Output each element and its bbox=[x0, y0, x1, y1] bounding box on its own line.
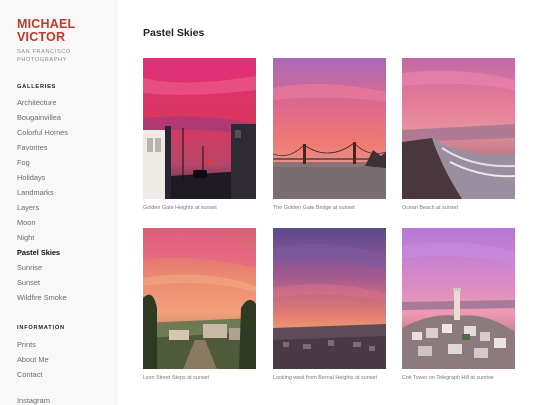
sidebar-item-bougainvillea[interactable]: Bougainvillea bbox=[17, 110, 68, 125]
photo-coit-tower[interactable] bbox=[402, 228, 515, 369]
sidebar-item-landmarks[interactable]: Landmarks bbox=[17, 185, 68, 200]
site-logo-title[interactable]: MICHAEL VICTOR bbox=[17, 18, 75, 43]
photo-card[interactable]: Ocean Beach at sunset bbox=[402, 58, 515, 213]
sidebar-item-fog[interactable]: Fog bbox=[17, 155, 68, 170]
information-nav: Prints About Me Contact bbox=[17, 337, 49, 382]
sidebar-item-wildfire-smoke[interactable]: Wildfire Smoke bbox=[17, 290, 68, 305]
information-heading: INFORMATION bbox=[17, 325, 65, 331]
photo-caption: Coit Tower on Telegraph Hill at sunrise bbox=[402, 375, 494, 381]
photo-golden-gate-heights[interactable] bbox=[143, 58, 256, 199]
sidebar-item-pastel-skies[interactable]: Pastel Skies bbox=[17, 245, 68, 260]
sidebar-item-favorites[interactable]: Favorites bbox=[17, 140, 68, 155]
sidebar-item-night[interactable]: Night bbox=[17, 230, 68, 245]
sidebar-item-about-me[interactable]: About Me bbox=[17, 352, 49, 367]
photo-card[interactable]: Coit Tower on Telegraph Hill at sunrise bbox=[402, 228, 515, 383]
photo-card[interactable]: Looking west from Bernal Heights at suns… bbox=[273, 228, 386, 383]
page-title: Pastel Skies bbox=[143, 27, 205, 39]
photo-card[interactable]: Golden Gate Heights at sunset bbox=[143, 58, 256, 213]
galleries-nav: Architecture Bougainvillea Colorful Home… bbox=[17, 95, 68, 305]
photo-card[interactable]: The Golden Gate Bridge at sunset bbox=[273, 58, 386, 213]
photo-caption: Looking west from Bernal Heights at suns… bbox=[273, 375, 377, 381]
sidebar-item-prints[interactable]: Prints bbox=[17, 337, 49, 352]
sidebar: MICHAEL VICTOR SAN FRANCISCO PHOTOGRAPHY… bbox=[0, 0, 118, 405]
photo-bernal-heights[interactable] bbox=[273, 228, 386, 369]
photo-caption: Golden Gate Heights at sunset bbox=[143, 205, 217, 211]
photo-ocean-beach[interactable] bbox=[402, 58, 515, 199]
instagram-link[interactable]: Instagram bbox=[17, 396, 50, 405]
photo-golden-gate-bridge[interactable] bbox=[273, 58, 386, 199]
photo-caption: The Golden Gate Bridge at sunset bbox=[273, 205, 355, 211]
sidebar-item-architecture[interactable]: Architecture bbox=[17, 95, 68, 110]
photo-lyon-street-steps[interactable] bbox=[143, 228, 256, 369]
sidebar-item-sunset[interactable]: Sunset bbox=[17, 275, 68, 290]
sidebar-item-colorful-homes[interactable]: Colorful Homes bbox=[17, 125, 68, 140]
site-tagline: SAN FRANCISCO PHOTOGRAPHY bbox=[17, 49, 71, 63]
photo-caption: Ocean Beach at sunset bbox=[402, 205, 459, 211]
photo-card[interactable]: Lyon Street Steps at sunset bbox=[143, 228, 256, 383]
sidebar-item-contact[interactable]: Contact bbox=[17, 367, 49, 382]
sidebar-item-moon[interactable]: Moon bbox=[17, 215, 68, 230]
galleries-heading: GALLERIES bbox=[17, 84, 57, 90]
photo-caption: Lyon Street Steps at sunset bbox=[143, 375, 210, 381]
sidebar-item-holidays[interactable]: Holidays bbox=[17, 170, 68, 185]
sidebar-item-sunrise[interactable]: Sunrise bbox=[17, 260, 68, 275]
sidebar-item-layers[interactable]: Layers bbox=[17, 200, 68, 215]
